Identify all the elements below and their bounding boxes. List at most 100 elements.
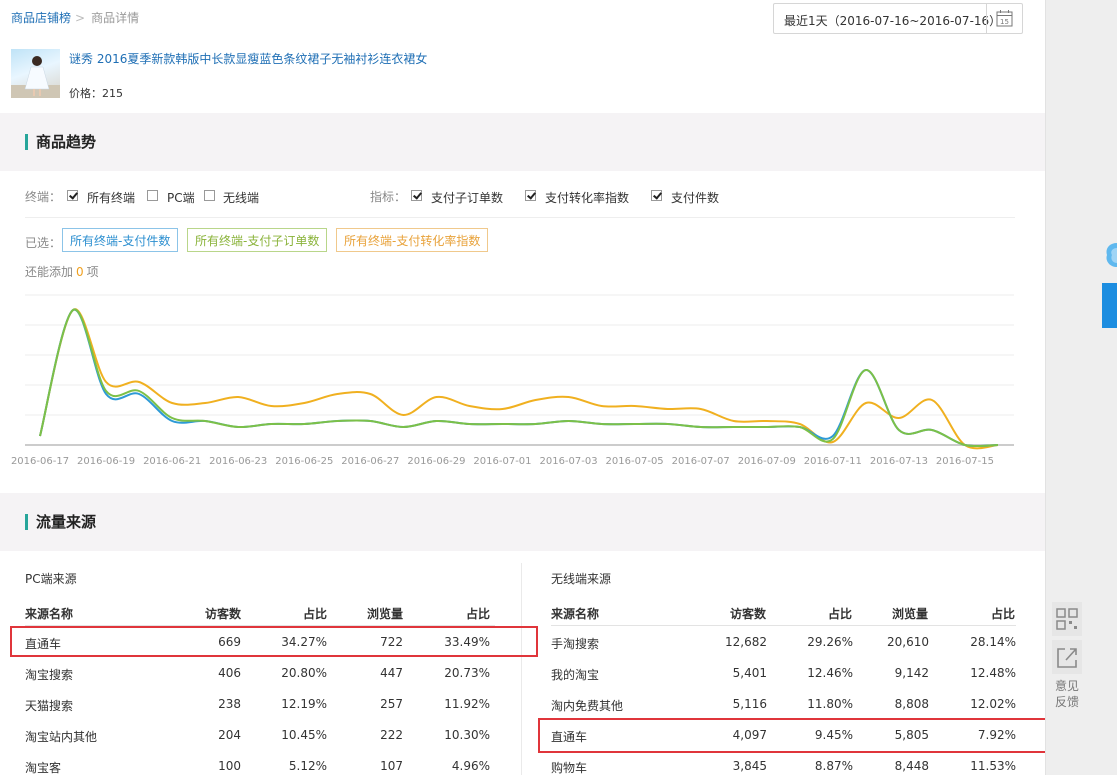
metric-quantity-checkbox[interactable] — [651, 190, 662, 201]
terminal-all-label[interactable]: 所有终端 — [87, 189, 135, 206]
metric-conversion-checkbox[interactable] — [525, 190, 536, 201]
side-tab[interactable] — [1102, 283, 1117, 328]
source-name-cell: 淘宝客 — [25, 761, 62, 775]
metric-conversion-label[interactable]: 支付转化率指数 — [545, 189, 629, 206]
feedback-line-1: 意见 — [1054, 679, 1079, 693]
value-cell: 12.46% — [807, 666, 853, 680]
source-name-cell: 天猫搜索 — [25, 699, 74, 713]
product-title-link[interactable]: 谜秀 2016夏季新款韩版中长款显瘦蓝色条纹裙子无袖衬衫连衣裙女 — [69, 50, 427, 67]
table-row[interactable]: 淘宝搜索 406 20.80% 447 20.73% — [0, 659, 520, 690]
calendar-icon[interactable]: 15 — [986, 4, 1022, 33]
value-cell: 12.48% — [970, 666, 1016, 680]
value-cell: 204 — [218, 728, 241, 742]
table-row[interactable]: 淘宝客 100 5.12% 107 4.96% — [0, 752, 520, 783]
terminal-wireless-checkbox[interactable] — [204, 190, 215, 201]
terminal-label: 终端： — [25, 190, 62, 204]
main-content: 商品店铺榜 > 商品详情 最近1天（2016-07-16~2016-07-16） 1… — [0, 0, 1047, 775]
value-cell: 9,142 — [894, 666, 929, 680]
pc-table-title: PC端来源 — [25, 572, 77, 586]
share-icon[interactable] — [1052, 640, 1082, 674]
x-tick-label: 2016-07-01 — [473, 456, 531, 467]
highlight-box-wireless-ztc — [538, 718, 1047, 753]
value-cell: 10.30% — [444, 728, 490, 742]
value-cell: 11.80% — [807, 697, 853, 711]
table-row[interactable]: 淘宝站内其他 204 10.45% 222 10.30% — [0, 721, 520, 752]
value-cell: 12.02% — [970, 697, 1016, 711]
section-accent-bar — [25, 134, 28, 150]
x-tick-label: 2016-07-05 — [606, 456, 664, 467]
date-range-picker[interactable]: 最近1天（2016-07-16~2016-07-16） 15 — [773, 3, 1023, 34]
terminal-pc-checkbox[interactable] — [147, 190, 158, 201]
value-cell: 100 — [218, 759, 241, 773]
trend-section-title: 商品趋势 — [36, 133, 97, 151]
x-tick-label: 2016-06-29 — [407, 456, 465, 467]
x-tick-label: 2016-07-13 — [870, 456, 928, 467]
terminal-pc-label[interactable]: PC端 — [167, 189, 195, 206]
breadcrumb-root-link[interactable]: 商品店铺榜 — [11, 11, 71, 25]
selected-tag-conversion[interactable]: 所有终端-支付转化率指数 — [336, 228, 489, 252]
selected-tag-suborder[interactable]: 所有终端-支付子订单数 — [187, 228, 328, 252]
calendar-day: 15 — [1000, 18, 1009, 26]
trend-section-header: 商品趋势 — [0, 113, 1045, 171]
terminal-wireless-label[interactable]: 无线端 — [223, 189, 259, 206]
value-cell: 5,116 — [732, 697, 767, 711]
trend-line-chart: 2016-06-17 2016-06-19 2016-06-21 2016-06-23… — [11, 294, 1014, 467]
source-name-cell: 我的淘宝 — [551, 668, 600, 682]
value-cell: 11.92% — [444, 697, 490, 711]
source-name-cell: 淘内免费其他 — [551, 699, 624, 713]
value-cell: 8.87% — [814, 759, 853, 773]
value-cell: 447 — [380, 666, 403, 680]
terminal-all-checkbox[interactable] — [67, 190, 78, 201]
wireless-header-0: 来源名称 — [551, 607, 600, 621]
value-cell: 8,808 — [894, 697, 929, 711]
table-header-divider — [551, 625, 1016, 626]
table-row[interactable]: 我的淘宝 5,401 12.46% 9,142 12.48% — [526, 659, 1046, 690]
value-cell: 238 — [218, 697, 241, 711]
x-tick-label: 2016-07-15 — [936, 456, 994, 467]
breadcrumb-separator-icon: > — [75, 11, 86, 25]
metric-suborder-checkbox[interactable] — [411, 190, 422, 201]
value-cell: 20.73% — [444, 666, 490, 680]
cloud-icon[interactable] — [1103, 240, 1117, 270]
value-cell: 222 — [380, 728, 403, 742]
add-more-hint: 还能添加 0 项 — [25, 263, 99, 280]
feedback-button[interactable]: 意见 反馈 — [1052, 678, 1082, 710]
section-accent-bar — [25, 514, 28, 530]
table-row[interactable]: 购物车 3,845 8.87% 8,448 11.53% — [526, 752, 1046, 783]
table-row[interactable]: 淘内免费其他 5,116 11.80% 8,808 12.02% — [526, 690, 1046, 721]
value-cell: 20.80% — [281, 666, 327, 680]
table-divider — [521, 563, 522, 775]
highlight-box-pc-ztc — [10, 626, 538, 657]
value-cell: 29.26% — [807, 635, 853, 649]
wireless-header-2: 占比 — [827, 607, 852, 621]
date-range-label: 最近1天（2016-07-16~2016-07-16） — [784, 14, 1002, 28]
value-cell: 12.19% — [281, 697, 327, 711]
value-cell: 5,401 — [732, 666, 767, 680]
pc-source-table: PC端来源 来源名称 访客数 占比 浏览量 占比 直通车 669 34.27% 722 33.49… — [0, 553, 520, 775]
filter-row: 终端： 所有终端 PC端 无线端 指标： 支付子订单数 支付转化率指数 支付件数 — [25, 187, 1015, 207]
x-tick-label: 2016-06-27 — [341, 456, 399, 467]
metric-quantity-label[interactable]: 支付件数 — [671, 189, 719, 206]
value-cell: 10.45% — [281, 728, 327, 742]
x-tick-label: 2016-07-03 — [539, 456, 597, 467]
x-tick-label: 2016-06-17 — [11, 456, 69, 467]
add-more-count: 0 — [76, 265, 84, 279]
table-row[interactable]: 天猫搜索 238 12.19% 257 11.92% — [0, 690, 520, 721]
x-tick-label: 2016-07-11 — [804, 456, 862, 467]
series-line-2 — [39, 308, 999, 448]
source-name-cell: 手淘搜索 — [551, 637, 600, 651]
table-row[interactable]: 手淘搜索 12,682 29.26% 20,610 28.14% — [526, 628, 1046, 659]
wireless-header-3: 浏览量 — [891, 607, 928, 621]
source-name-cell: 淘宝站内其他 — [25, 730, 98, 744]
traffic-section-header: 流量来源 — [0, 493, 1045, 551]
product-thumbnail[interactable] — [11, 49, 60, 98]
x-tick-label: 2016-07-09 — [738, 456, 796, 467]
value-cell: 107 — [380, 759, 403, 773]
wireless-header-1: 访客数 — [729, 607, 766, 621]
qr-code-icon[interactable] — [1052, 602, 1082, 636]
series-line-1 — [39, 308, 999, 448]
metric-suborder-label[interactable]: 支付子订单数 — [431, 189, 503, 206]
selected-tag-quantity[interactable]: 所有终端-支付件数 — [62, 228, 179, 252]
value-cell: 3,845 — [732, 759, 767, 773]
add-more-prefix: 还能添加 — [25, 265, 74, 279]
